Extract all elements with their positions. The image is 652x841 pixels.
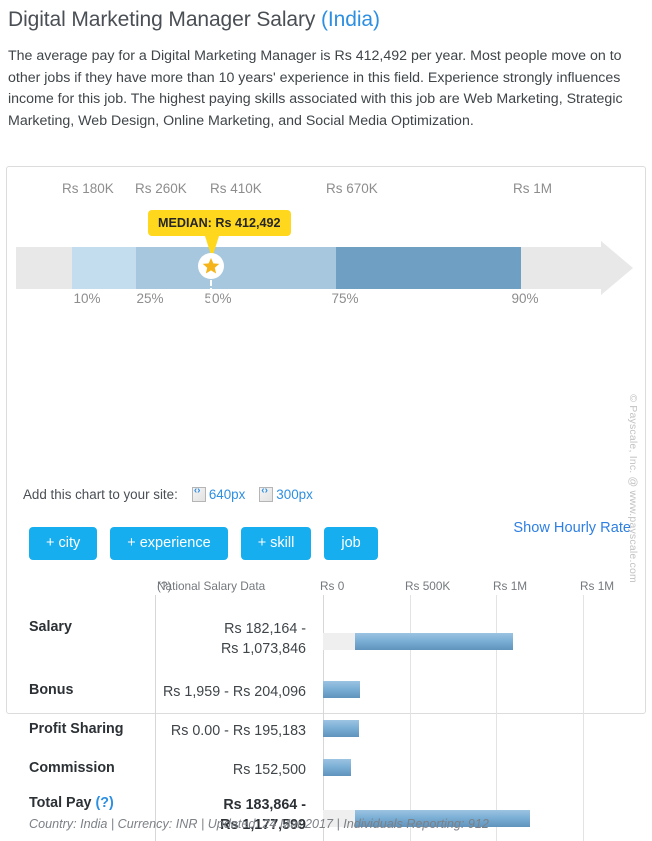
intro-paragraph: The average pay for a Digital Marketing … [8,48,623,129]
payscale-watermark: © Payscale, Inc. @ www.payscale.com [627,394,639,583]
embed-option-300[interactable]: 300px [259,485,313,502]
salary-breakdown-table: National Salary Data (?) Rs 0 Rs 500K Rs… [7,579,647,841]
help-icon[interactable]: (?) [157,579,171,593]
embed-code-icon [191,485,206,502]
median-callout: MEDIAN: Rs 412,492 [148,210,291,236]
table-row: Total Pay (?) Rs 183,864 - Rs 1,177,599 [7,792,647,840]
row-label-profit-sharing: Profit Sharing [29,721,124,737]
percentile-tick-labels: 10% 25% 50% 75% 90% [7,291,645,311]
percentile-arrow-head-icon [601,241,633,295]
axis-tick-0: Rs 0 [320,579,345,593]
row-value-bonus: Rs 1,959 - Rs 204,096 [162,684,306,700]
percentile-top-label-4: Rs 1M [513,181,553,196]
table-footer-note: Country: India | Currency: INR | Updated… [29,817,489,831]
star-icon [202,257,220,274]
percentile-track [16,247,601,289]
total-pay-text: Total Pay [29,795,92,811]
embed-link-640[interactable]: 640px [209,487,245,502]
row-label-bonus: Bonus [29,682,74,698]
row-value-line: Rs 183,864 - [223,797,306,813]
row-label-commission: Commission [29,760,115,776]
percentile-top-label-2: Rs 410K [210,181,262,196]
row-value-commission: Rs 152,500 [232,762,306,778]
filter-button-row: + city + experience + skill job [29,527,378,560]
table-row: Salary Rs 182,164 - Rs 1,073,846 [7,613,647,661]
percentile-segment-25-75 [136,247,336,289]
row-value-salary: Rs 182,164 - Rs 1,073,846 [221,619,306,659]
page-title-region: (India) [321,8,380,31]
percentile-top-label-1: Rs 260K [135,181,187,196]
bar-fill-bonus [323,681,360,698]
row-value-line: Rs 1,073,846 [220,641,306,657]
add-skill-button[interactable]: + skill [240,527,312,560]
embed-option-640[interactable]: 640px [191,485,245,502]
bar-fill-commission [323,759,351,776]
help-icon[interactable]: (?) [95,795,113,811]
percentile-chart: Rs 180K Rs 260K Rs 410K Rs 670K Rs 1M 10… [7,181,645,329]
row-value-line: Rs 182,164 - [224,621,306,637]
row-value-profit-sharing: Rs 0.00 - Rs 195,183 [170,723,306,739]
axis-tick-500k: Rs 500K [405,579,451,593]
percentile-tick-10: 10% [73,291,101,306]
embed-link-300[interactable]: 300px [276,487,312,502]
percentile-segment-10-25 [72,247,136,289]
add-experience-button[interactable]: + experience [110,527,228,560]
table-header-row: National Salary Data (?) Rs 0 Rs 500K Rs… [7,579,647,599]
table-row: Profit Sharing Rs 0.00 - Rs 195,183 [7,718,647,746]
axis-tick-1m: Rs 1M [493,579,528,593]
axis-tick-1m-2: Rs 1M [580,579,615,593]
percentile-tick-75: 75% [331,291,359,306]
percentile-segment-below-10 [16,247,72,289]
page-title-text: Digital Marketing Manager Salary [8,8,316,31]
embed-code-icon [259,485,274,502]
percentile-tick-25: 25% [136,291,164,306]
row-label-salary: Salary [29,619,72,635]
row-label-total-pay: Total Pay (?) [29,795,114,811]
percentile-top-labels: Rs 180K Rs 260K Rs 410K Rs 670K Rs 1M [7,181,645,203]
table-row: Bonus Rs 1,959 - Rs 204,096 [7,679,647,707]
national-salary-data-label: National Salary Data [157,579,266,593]
percentile-tick-50: 50% [204,291,232,306]
percentile-bar-area [7,241,645,295]
percentile-top-label-0: Rs 180K [62,181,114,196]
bar-fill-salary [355,633,513,650]
embed-label: Add this chart to your site: [23,487,178,502]
page-title: Digital Marketing Manager Salary (India) [0,0,652,32]
percentile-segment-75-90 [336,247,521,289]
job-button[interactable]: job [324,527,378,560]
embed-chart-row: Add this chart to your site: 640px 300px [23,485,313,502]
bar-fill-profit-sharing [323,720,359,737]
show-hourly-rate-link[interactable]: Show Hourly Rate [513,520,631,536]
salary-card: Rs 180K Rs 260K Rs 410K Rs 670K Rs 1M 10… [6,166,646,841]
percentile-tick-90: 90% [511,291,539,306]
median-star-marker [198,253,224,279]
percentile-segment-above-90 [521,247,601,289]
table-row: Commission Rs 152,500 [7,757,647,785]
add-city-button[interactable]: + city [29,527,98,560]
percentile-top-label-3: Rs 670K [326,181,378,196]
